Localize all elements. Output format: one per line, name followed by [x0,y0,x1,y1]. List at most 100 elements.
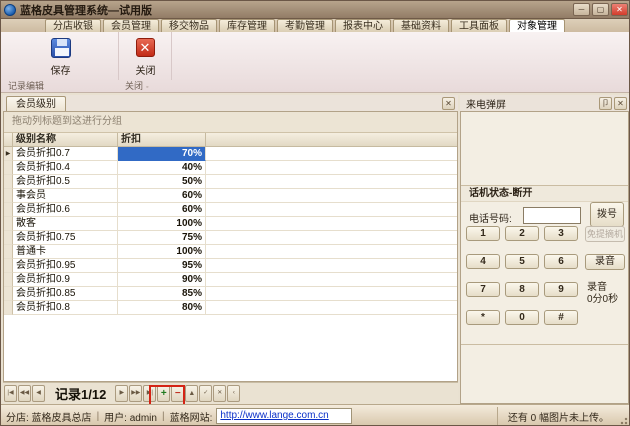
table-row[interactable]: 会员折扣0.6 60% [4,203,457,217]
grid-header-row: 级别名称 折扣 [4,133,457,147]
website-label: 蓝格网站: [170,409,213,424]
keypad-2[interactable]: 2 [505,226,539,241]
tab-object-management[interactable]: 对象管理 [509,19,565,32]
phone-number-input[interactable] [523,207,581,224]
keypad-0[interactable]: 0 [505,310,539,325]
nav-next-button[interactable]: ▶ [115,385,128,402]
table-row[interactable]: 普通卡 100% [4,245,457,259]
cell-level-name[interactable]: 会员折扣0.5 [13,175,118,189]
close-window-button[interactable]: ✕ [611,3,628,16]
cell-level-name[interactable]: 会员折扣0.4 [13,161,118,175]
nav-refresh-button[interactable]: ‹ [227,385,240,402]
cell-level-name[interactable]: 会员折扣0.95 [13,259,118,273]
nav-first-button[interactable]: |◀ [4,385,17,402]
cell-discount[interactable]: 40% [118,161,206,175]
keypad-4[interactable]: 4 [466,254,500,269]
header-discount[interactable]: 折扣 [118,133,206,147]
table-row[interactable]: 事会员 60% [4,189,457,203]
keypad-pound[interactable]: # [544,310,578,325]
tab-tool-panel[interactable]: 工具面板 [451,19,507,32]
cell-discount[interactable]: 95% [118,259,206,273]
cell-filler [206,189,457,203]
keypad-6[interactable]: 6 [544,254,578,269]
maximize-button[interactable]: ▢ [592,3,609,16]
record-count-label: 记录1/12 [55,384,106,403]
table-row[interactable]: 会员折扣0.5 50% [4,175,457,189]
cell-level-name[interactable]: 会员折扣0.6 [13,203,118,217]
cell-level-name[interactable]: 会员折扣0.7 [13,147,118,161]
nav-post-button[interactable]: ✓ [199,385,212,402]
save-button[interactable]: 保存 [41,34,81,79]
keypad-7[interactable]: 7 [466,282,500,297]
nav-last-button[interactable]: ▶| [143,385,156,402]
resize-grip[interactable] [617,414,629,426]
tab-attendance-management[interactable]: 考勤管理 [277,19,333,32]
group-by-band[interactable]: 拖动列标题到这进行分组 [4,112,457,133]
header-level-name[interactable]: 级别名称 [13,133,118,147]
keypad-5[interactable]: 5 [505,254,539,269]
header-filler-cell [206,133,457,147]
cell-discount[interactable]: 90% [118,273,206,287]
cell-level-name[interactable]: 事会员 [13,189,118,203]
nav-delete-button[interactable]: − [171,385,184,402]
cell-discount[interactable]: 60% [118,189,206,203]
table-row[interactable]: 会员折扣0.8 80% [4,301,457,315]
table-row[interactable]: 会员折扣0.85 85% [4,287,457,301]
tab-report-center[interactable]: 报表中心 [335,19,391,32]
close-panel-button[interactable]: ✕ 关闭 [126,34,166,79]
keypad-1[interactable]: 1 [466,226,500,241]
group-caption-record-edit: 记录编辑 [3,80,119,93]
cell-level-name[interactable]: 散客 [13,217,118,231]
cell-discount[interactable]: 100% [118,217,206,231]
table-row[interactable]: ▶ 会员折扣0.7 70% [4,147,457,161]
cell-level-name[interactable]: 会员折扣0.8 [13,301,118,315]
nav-edit-button[interactable]: ▲ [185,385,198,402]
handsfree-button[interactable]: 免提摘机 [585,226,625,242]
cell-level-name[interactable]: 会员折扣0.85 [13,287,118,301]
nav-append-button[interactable]: + [157,385,170,402]
app-logo-icon [4,4,16,16]
nav-cancel-button[interactable]: ✕ [213,385,226,402]
tab-branch-cashier[interactable]: 分店收银 [45,19,101,32]
tab-basic-data[interactable]: 基础资料 [393,19,449,32]
record-button[interactable]: 录音 [585,254,625,270]
status-separator: | [162,411,165,422]
cell-discount[interactable]: 50% [118,175,206,189]
table-row[interactable]: 会员折扣0.4 40% [4,161,457,175]
call-panel-title: 来电弹屏 [466,96,506,111]
nav-prev-page-button[interactable]: ◀◀ [18,385,31,402]
close-call-panel-icon[interactable]: ✕ [614,97,627,110]
keypad-star[interactable]: * [466,310,500,325]
minimize-button[interactable]: ─ [573,3,590,16]
cell-level-name[interactable]: 会员折扣0.9 [13,273,118,287]
pin-icon[interactable]: 卩 [599,97,612,110]
table-row[interactable]: 散客 100% [4,217,457,231]
group-caption-close[interactable]: 关闭◦ [120,80,172,93]
website-link[interactable]: http://www.lange.com.cn [220,410,328,421]
cell-discount[interactable]: 100% [118,245,206,259]
cell-level-name[interactable]: 会员折扣0.75 [13,231,118,245]
close-document-icon[interactable]: ✕ [442,97,455,110]
keypad-8[interactable]: 8 [505,282,539,297]
tab-inventory-management[interactable]: 库存管理 [219,19,275,32]
table-row[interactable]: 会员折扣0.95 95% [4,259,457,273]
keypad-9[interactable]: 9 [544,282,578,297]
nav-next-page-button[interactable]: ▶▶ [129,385,142,402]
cell-level-name[interactable]: 普通卡 [13,245,118,259]
cell-discount[interactable]: 80% [118,301,206,315]
keypad-3[interactable]: 3 [544,226,578,241]
tab-member-management[interactable]: 会员管理 [103,19,159,32]
tab-transfer-items[interactable]: 移交物品 [161,19,217,32]
table-row[interactable]: 会员折扣0.75 75% [4,231,457,245]
cell-discount[interactable]: 75% [118,231,206,245]
cell-discount-selected[interactable]: 70% [118,147,206,161]
tab-member-level[interactable]: 会员级别 [6,96,66,111]
nav-prev-button[interactable]: ◀ [32,385,45,402]
table-row[interactable]: 会员折扣0.9 90% [4,273,457,287]
cell-discount[interactable]: 60% [118,203,206,217]
record-navigator: |◀ ◀◀ ◀ 记录1/12 ▶ ▶▶ ▶| + − ▲ ✓ ✕ ‹ [3,382,458,404]
cell-filler [206,217,457,231]
cell-discount[interactable]: 85% [118,287,206,301]
cell-filler [206,231,457,245]
dial-button[interactable]: 拨号 [590,202,624,227]
